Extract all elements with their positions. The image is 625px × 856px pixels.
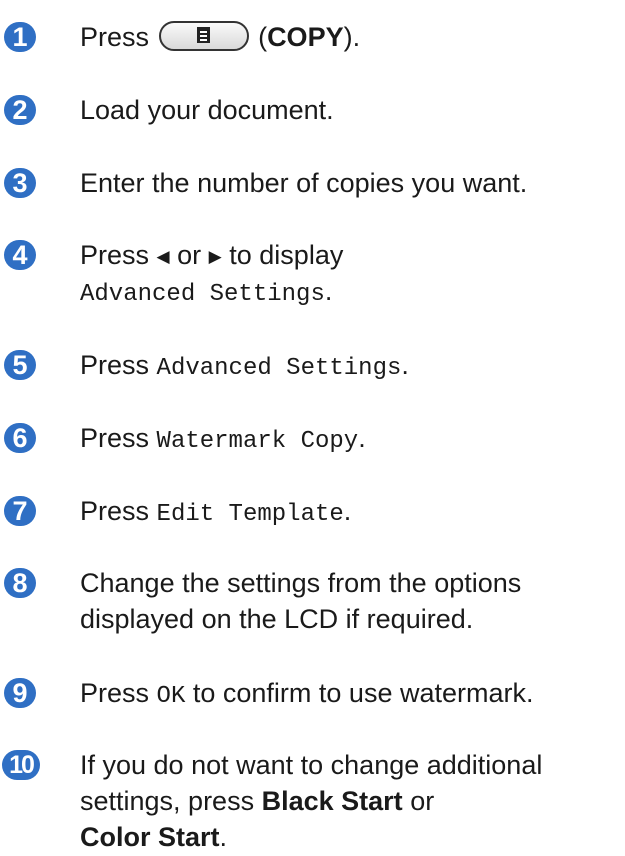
press-word: Press bbox=[80, 496, 150, 526]
step-text-line2: Advanced Settings. bbox=[80, 272, 617, 314]
step-text-line2: displayed on the LCD if required. bbox=[80, 604, 474, 634]
step-text: Press Advanced Settings. bbox=[80, 346, 617, 388]
period: . bbox=[358, 423, 366, 453]
press-word: Press bbox=[80, 350, 150, 380]
step-text-line3: Color Start. bbox=[80, 818, 617, 856]
step-number-badge: 6 bbox=[4, 423, 36, 453]
right-arrow-icon: ▶ bbox=[208, 247, 222, 266]
step-number-badge: 7 bbox=[4, 496, 36, 526]
menu-edit-template: Edit Template bbox=[156, 501, 344, 528]
period: . bbox=[401, 350, 409, 380]
menu-advanced-settings: Advanced Settings bbox=[80, 281, 325, 308]
step-text: Press (COPY). bbox=[80, 18, 617, 56]
menu-ok: OK bbox=[156, 683, 186, 710]
menu-watermark-copy: Watermark Copy bbox=[156, 428, 359, 455]
step-text-line1: Change the settings from the options bbox=[80, 568, 522, 598]
step-text-line1: If you do not want to change additional bbox=[80, 750, 543, 780]
period: . bbox=[219, 822, 228, 852]
period: . bbox=[343, 496, 352, 526]
confirm-text: to confirm to use watermark. bbox=[192, 678, 534, 708]
copy-label: COPY bbox=[267, 22, 344, 52]
to-display-text: to display bbox=[229, 240, 344, 270]
left-arrow-icon: ◀ bbox=[156, 247, 170, 266]
copy-button[interactable] bbox=[158, 20, 249, 51]
press-word: Press bbox=[80, 22, 150, 52]
press-word: Press bbox=[80, 678, 150, 708]
step-text: Press OK to confirm to use watermark. bbox=[80, 674, 617, 716]
paren-close: ). bbox=[343, 22, 361, 52]
step-number-badge: 4 bbox=[4, 240, 36, 270]
press-word: Press bbox=[80, 240, 150, 270]
step-text: Press Edit Template. bbox=[80, 492, 617, 534]
copy-document-icon bbox=[196, 26, 210, 43]
menu-advanced-settings: Advanced Settings bbox=[156, 355, 402, 382]
or-word: or bbox=[177, 240, 202, 270]
press-word: Press bbox=[80, 423, 150, 453]
step-text: Load your document. bbox=[80, 95, 334, 125]
step-text: Press Watermark Copy. bbox=[80, 419, 617, 461]
step-number-badge: 1 bbox=[4, 22, 36, 52]
step-text-line2: settings, press Black Start or bbox=[80, 782, 617, 820]
step-number-badge: 3 bbox=[4, 168, 36, 198]
step-number-badge: 10 bbox=[2, 750, 40, 780]
step-number-badge: 2 bbox=[4, 95, 36, 125]
step-text: Enter the number of copies you want. bbox=[80, 168, 528, 198]
color-start-label: Color Start bbox=[80, 822, 220, 852]
period: . bbox=[324, 276, 333, 306]
step-number-badge: 9 bbox=[4, 678, 36, 708]
step-number-badge: 8 bbox=[4, 568, 36, 598]
step-number-badge: 5 bbox=[4, 350, 36, 380]
paren-open: ( bbox=[258, 22, 268, 52]
